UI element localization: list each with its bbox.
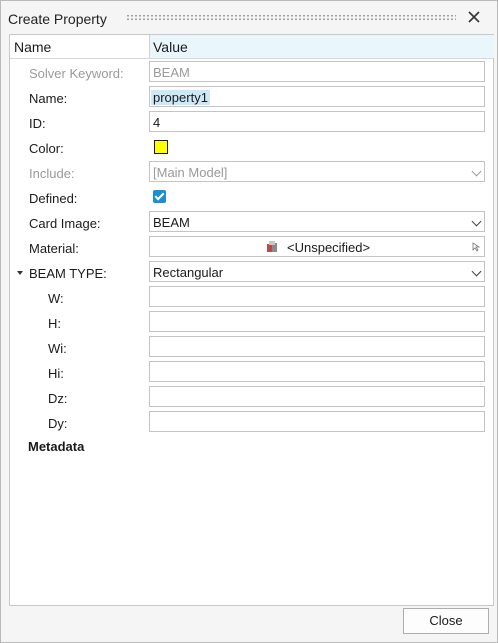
w-label: W: bbox=[48, 291, 64, 306]
name-value: property1 bbox=[151, 90, 210, 105]
row-hi: Hi: bbox=[10, 361, 493, 386]
close-icon[interactable] bbox=[465, 8, 483, 26]
h-field[interactable] bbox=[149, 311, 485, 332]
solver-keyword-label: Solver Keyword: bbox=[29, 66, 124, 81]
row-include: Include: [Main Model] bbox=[10, 161, 493, 186]
material-label: Material: bbox=[29, 241, 79, 256]
hi-field[interactable] bbox=[149, 361, 485, 382]
row-defined: Defined: bbox=[10, 186, 493, 211]
beam-type-select[interactable]: Rectangular bbox=[149, 261, 485, 282]
id-label: ID: bbox=[29, 116, 46, 131]
row-beam-type: BEAM TYPE: Rectangular bbox=[10, 261, 493, 286]
caret-down-icon[interactable] bbox=[17, 271, 23, 275]
beam-type-label: BEAM TYPE: bbox=[29, 266, 107, 281]
solver-keyword-field: BEAM bbox=[149, 61, 485, 82]
dz-label: Dz: bbox=[48, 391, 68, 406]
dz-field[interactable] bbox=[149, 386, 485, 407]
card-image-label: Card Image: bbox=[29, 216, 101, 231]
create-property-dialog: Create Property Name Value Solver Keywor… bbox=[0, 0, 498, 643]
row-dz: Dz: bbox=[10, 386, 493, 411]
metadata-section-label[interactable]: Metadata bbox=[28, 439, 84, 454]
close-button[interactable]: Close bbox=[403, 608, 489, 634]
include-label: Include: bbox=[29, 166, 75, 181]
wi-label: Wi: bbox=[48, 341, 67, 356]
table-header: Name Value bbox=[10, 35, 494, 59]
dialog-title: Create Property bbox=[8, 11, 107, 27]
title-bar[interactable]: Create Property bbox=[1, 1, 497, 31]
row-h: H: bbox=[10, 311, 493, 336]
chevron-down-icon bbox=[471, 266, 482, 277]
cursor-arrow-icon bbox=[472, 242, 481, 252]
id-field[interactable]: 4 bbox=[149, 111, 485, 132]
include-select: [Main Model] bbox=[149, 161, 485, 182]
row-card-image: Card Image: BEAM bbox=[10, 211, 493, 236]
drag-grip[interactable] bbox=[126, 14, 456, 21]
dy-field[interactable] bbox=[149, 411, 485, 432]
w-field[interactable] bbox=[149, 286, 485, 307]
color-label: Color: bbox=[29, 141, 64, 156]
wi-field[interactable] bbox=[149, 336, 485, 357]
chevron-down-icon bbox=[471, 166, 482, 177]
hi-label: Hi: bbox=[48, 366, 64, 381]
value-column-header[interactable]: Value bbox=[149, 35, 494, 58]
row-solver-keyword: Solver Keyword: BEAM bbox=[10, 61, 493, 86]
defined-label: Defined: bbox=[29, 191, 78, 206]
name-label: Name: bbox=[29, 91, 68, 106]
color-swatch[interactable] bbox=[154, 140, 168, 154]
property-table: Name Value Solver Keyword: BEAM Name: pr… bbox=[9, 34, 494, 606]
row-w: W: bbox=[10, 286, 493, 311]
row-material: Material: <Unspecified> bbox=[10, 236, 493, 261]
material-selector[interactable]: <Unspecified> bbox=[149, 236, 485, 257]
defined-checkbox[interactable] bbox=[153, 190, 166, 203]
dy-label: Dy: bbox=[48, 416, 68, 431]
chevron-down-icon bbox=[471, 216, 482, 227]
row-id: ID: 4 bbox=[10, 111, 493, 136]
card-image-select[interactable]: BEAM bbox=[149, 211, 485, 232]
material-icon bbox=[267, 241, 277, 252]
row-color: Color: bbox=[10, 136, 493, 161]
name-column-header[interactable]: Name bbox=[10, 35, 148, 58]
name-field[interactable]: property1 bbox=[149, 86, 485, 107]
row-wi: Wi: bbox=[10, 336, 493, 361]
row-name: Name: property1 bbox=[10, 86, 493, 111]
material-value: <Unspecified> bbox=[287, 240, 371, 255]
row-dy: Dy: bbox=[10, 411, 493, 436]
h-label: H: bbox=[48, 316, 61, 331]
